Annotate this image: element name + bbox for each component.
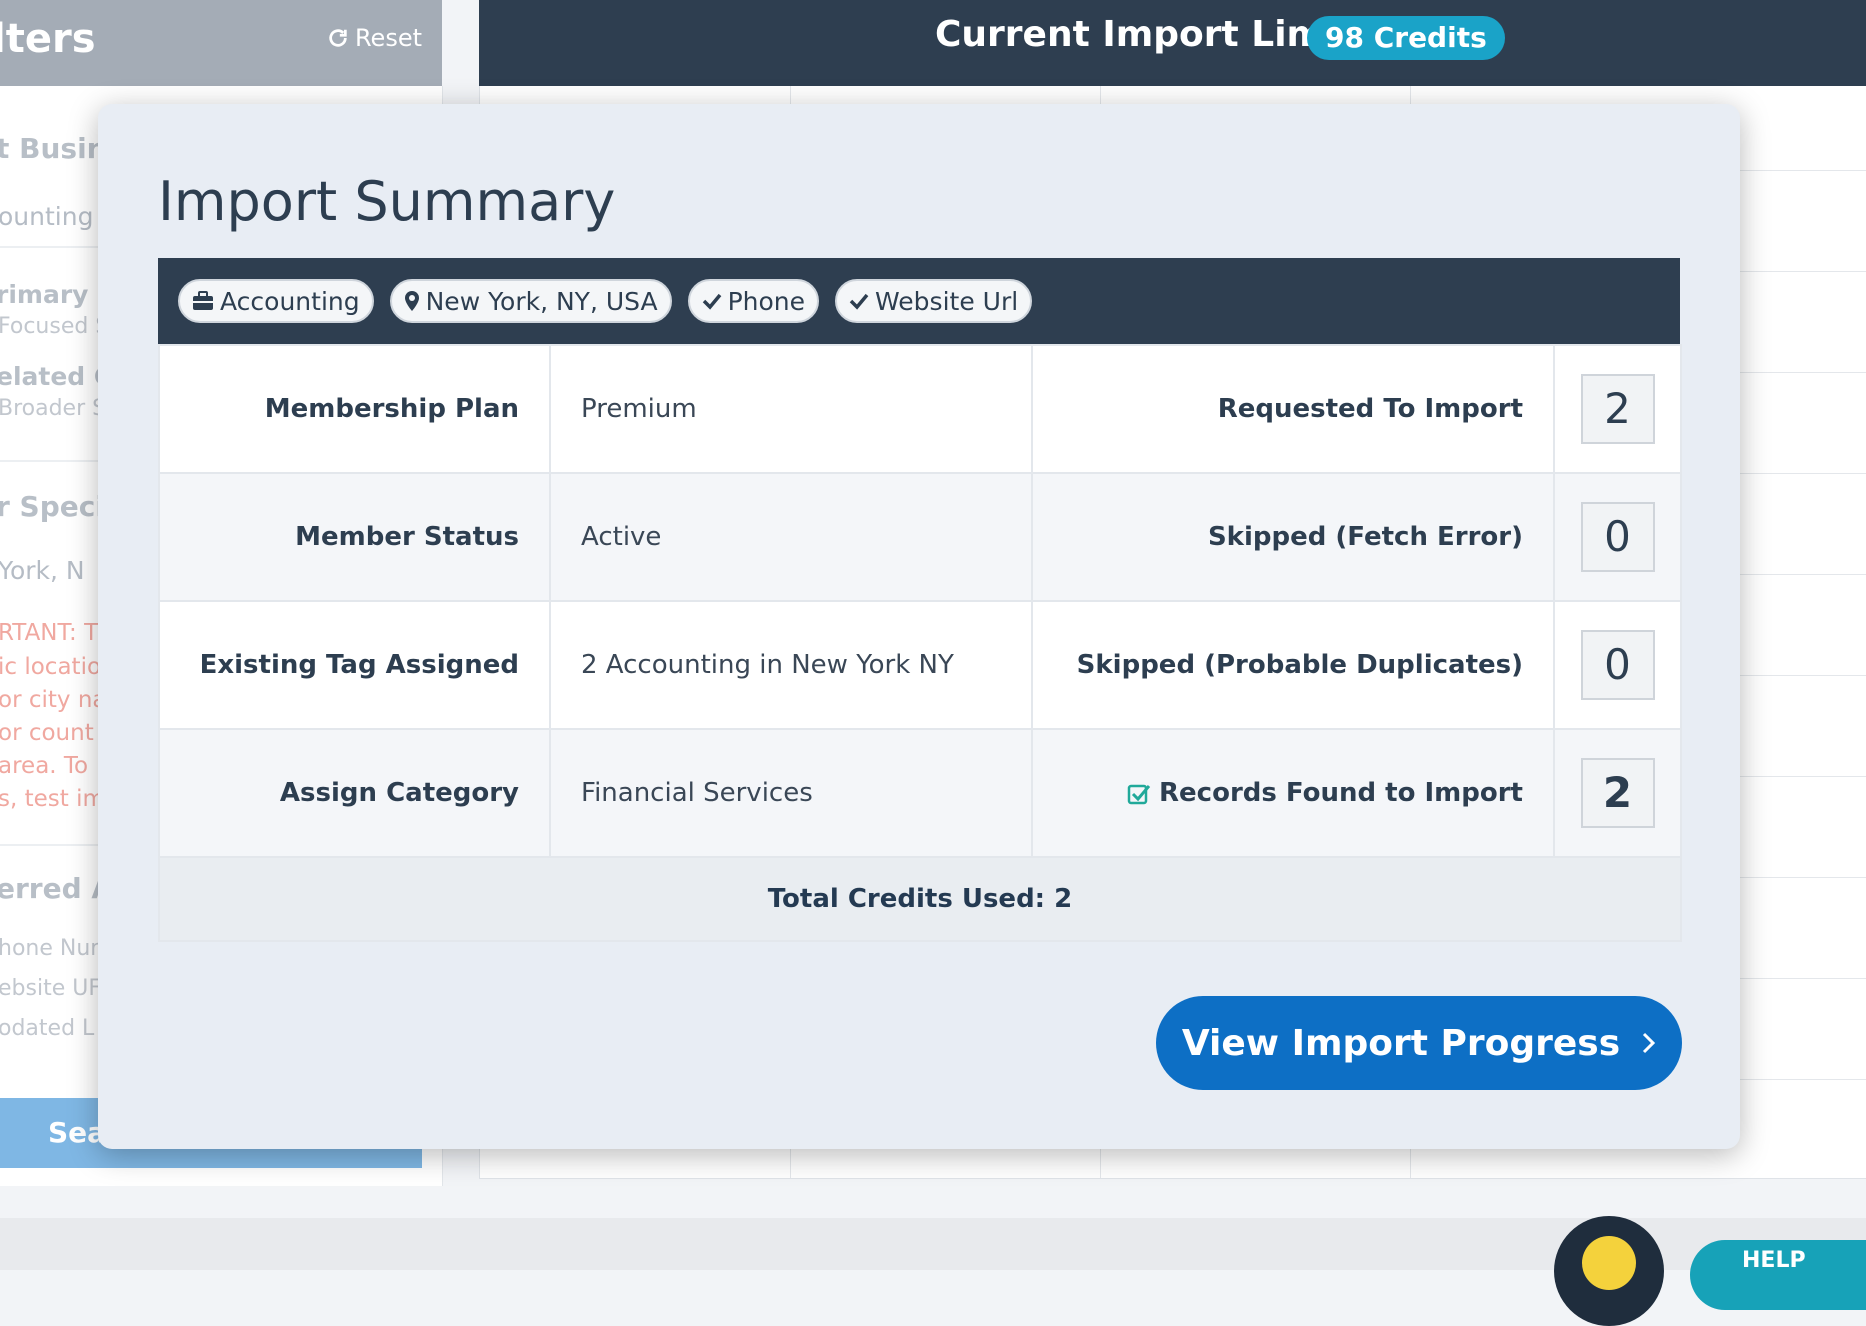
sidebar-website-option[interactable]: ebsite UF <box>0 976 101 1001</box>
sidebar-business-heading: t Busin <box>0 132 107 165</box>
checkbox-checked-icon <box>1127 784 1151 804</box>
table-row: Assign Category Financial Services Recor… <box>158 728 1682 858</box>
check-icon <box>849 293 869 310</box>
briefcase-icon <box>193 291 213 310</box>
assign-category-value: Financial Services <box>549 728 1033 858</box>
import-summary-modal: Import Summary Accounting New York, NY, … <box>98 104 1740 1149</box>
sidebar-related-label: elated C <box>0 362 113 391</box>
requested-to-import-label: Requested To Import <box>1031 344 1555 474</box>
credits-badge: 98 Credits <box>1307 16 1505 60</box>
chip-accounting: Accounting <box>178 279 374 323</box>
assign-category-label: Assign Category <box>158 728 551 858</box>
sidebar-broader-text: Broader S <box>0 396 107 421</box>
sidebar-important-note: RTANT: T <box>0 620 99 646</box>
filter-chip-bar: Accounting New York, NY, USA Phone Websi… <box>158 258 1680 344</box>
map-pin-icon <box>404 291 419 311</box>
records-found-cell: Records Found to Import <box>1031 728 1555 858</box>
modal-title: Import Summary <box>158 170 616 233</box>
sidebar-phone-option[interactable]: hone Nun <box>0 936 104 961</box>
records-found-count-cell: 2 <box>1553 728 1682 858</box>
skipped-duplicates-count: 0 <box>1580 630 1655 700</box>
pin-icon <box>1582 1236 1636 1290</box>
table-row: Membership Plan Premium Requested To Imp… <box>158 344 1682 474</box>
sidebar-warning-line: or count <box>0 720 94 746</box>
total-credits-used: Total Credits Used: 2 <box>158 856 1682 942</box>
filters-header: lters Reset <box>0 0 442 86</box>
chip-website-url: Website Url <box>835 279 1033 323</box>
reset-label: Reset <box>354 24 422 52</box>
chip-label: Phone <box>727 286 806 316</box>
skipped-fetch-error-cell: 0 <box>1553 472 1682 602</box>
records-found-label: Records Found to Import <box>1159 778 1523 808</box>
member-status-label: Member Status <box>158 472 551 602</box>
membership-plan-value: Premium <box>549 344 1033 474</box>
skipped-fetch-error-count: 0 <box>1580 502 1655 572</box>
membership-plan-label: Membership Plan <box>158 344 551 474</box>
chip-label: Website Url <box>875 286 1019 316</box>
skipped-fetch-error-label: Skipped (Fetch Error) <box>1031 472 1555 602</box>
table-row: Existing Tag Assigned 2 Accounting in Ne… <box>158 600 1682 730</box>
import-limit-title: Current Import Limit <box>935 14 1354 55</box>
help-button[interactable]: HELP <box>1690 1240 1866 1310</box>
chip-location: New York, NY, USA <box>389 279 672 323</box>
chevron-right-icon <box>1643 1032 1656 1054</box>
view-import-progress-label: View Import Progress <box>1181 1022 1621 1064</box>
skipped-duplicates-label: Skipped (Probable Duplicates) <box>1031 600 1555 730</box>
refresh-icon <box>329 29 347 47</box>
view-import-progress-button[interactable]: View Import Progress <box>1156 996 1682 1090</box>
sidebar-accounting-value[interactable]: ounting <box>0 202 93 231</box>
check-icon <box>702 293 721 310</box>
requested-to-import-cell: 2 <box>1553 344 1682 474</box>
skipped-duplicates-cell: 0 <box>1553 600 1682 730</box>
chip-label: New York, NY, USA <box>425 286 658 316</box>
total-row: Total Credits Used: 2 <box>158 856 1682 942</box>
chat-launcher[interactable] <box>1554 1216 1664 1326</box>
existing-tag-label: Existing Tag Assigned <box>158 600 551 730</box>
existing-tag-value: 2 Accounting in New York NY <box>549 600 1033 730</box>
table-row: Member Status Active Skipped (Fetch Erro… <box>158 472 1682 602</box>
sidebar-focused-text: Focused S <box>0 314 110 339</box>
import-summary-table: Membership Plan Premium Requested To Imp… <box>158 344 1682 942</box>
sidebar-updated-option[interactable]: odated L <box>0 1016 94 1041</box>
sidebar-warning-line: ic locatio <box>0 654 102 680</box>
member-status-value: Active <box>549 472 1033 602</box>
chip-label: Accounting <box>220 286 360 316</box>
records-found-count: 2 <box>1580 758 1655 828</box>
sidebar-location-value[interactable]: York, N <box>0 556 85 585</box>
sidebar-warning-line: or city na <box>0 687 107 713</box>
reset-button[interactable]: Reset <box>327 24 422 52</box>
sidebar-warning-line: area. To <box>0 753 89 779</box>
requested-to-import-count: 2 <box>1580 374 1655 444</box>
chip-phone: Phone <box>687 279 820 323</box>
filters-title: lters <box>0 16 96 62</box>
